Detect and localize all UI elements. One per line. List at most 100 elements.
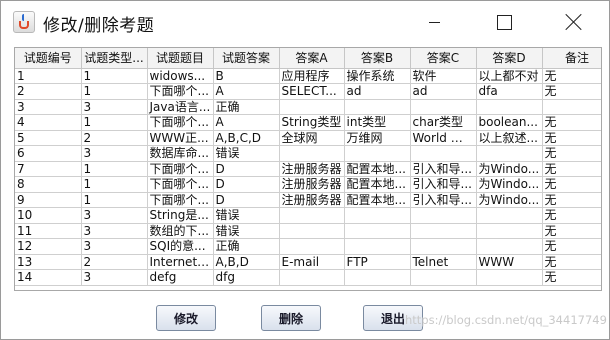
cell-type[interactable]: 3 <box>81 99 148 115</box>
cell-option-a[interactable]: SELECT... <box>279 83 345 100</box>
delete-button[interactable]: 删除 <box>261 305 321 331</box>
cell-id[interactable]: 11 <box>15 223 82 239</box>
questions-table-viewport[interactable]: 试题编号 试题类型... 试题题目 试题答案 答案A 答案B 答案C 答案D 备… <box>14 47 602 291</box>
cell-option-b[interactable] <box>344 223 411 239</box>
cell-id[interactable]: 12 <box>15 238 82 255</box>
cell-id[interactable]: 8 <box>15 176 82 193</box>
cell-option-b[interactable] <box>344 238 411 255</box>
title-bar[interactable]: 修改/删除考题 <box>1 1 609 43</box>
cell-question[interactable]: 下面哪个... <box>147 114 214 131</box>
cell-id[interactable]: 7 <box>15 161 82 177</box>
cell-type[interactable]: 3 <box>81 238 148 255</box>
cell-answer[interactable]: 错误 <box>213 145 280 162</box>
cell-answer[interactable]: 错误 <box>213 223 280 239</box>
cell-question[interactable]: 下面哪个... <box>147 176 214 193</box>
cell-remark[interactable] <box>542 99 601 115</box>
cell-type[interactable]: 3 <box>81 269 148 286</box>
cell-remark[interactable]: 无 <box>542 254 601 270</box>
cell-id[interactable]: 6 <box>15 145 82 162</box>
table-row[interactable]: 3 3 Java语言... 正确 <box>15 99 601 115</box>
column-header-id[interactable]: 试题编号 <box>15 48 82 69</box>
cell-type[interactable]: 1 <box>81 161 148 177</box>
column-header-remark[interactable]: 备注 <box>542 48 601 69</box>
cell-question[interactable]: 下面哪个... <box>147 83 214 100</box>
table-row[interactable]: 11 3 数组的下... 错误 无 <box>15 223 601 239</box>
cell-remark[interactable]: 无 <box>542 223 601 239</box>
cell-question[interactable]: widows... <box>147 68 214 84</box>
cell-option-b[interactable]: int类型 <box>344 114 411 131</box>
table-row[interactable]: 4 1 下面哪个... A String类型 int类型 char类型 boolean... 无 <box>15 114 601 131</box>
edit-button[interactable]: 修改 <box>156 305 216 331</box>
cell-option-c[interactable]: 引入和导... <box>410 176 477 193</box>
cell-remark[interactable]: 无 <box>542 130 601 146</box>
cell-option-d[interactable]: WWW <box>476 254 543 270</box>
table-row[interactable]: 9 1 下面哪个... D 注册服务器 配置本地... 引入和导... 为Windo... 无 <box>15 192 601 208</box>
cell-option-a[interactable] <box>279 145 345 162</box>
cell-answer[interactable]: dfg <box>213 269 280 286</box>
cell-answer[interactable]: A,B,C,D <box>213 130 280 146</box>
cell-option-c[interactable]: 软件 <box>410 68 477 84</box>
maximize-button[interactable] <box>481 1 527 43</box>
cell-option-d[interactable] <box>476 145 543 162</box>
cell-option-a[interactable] <box>279 269 345 286</box>
cell-question[interactable]: 数据库命... <box>147 145 214 162</box>
cell-remark[interactable]: 无 <box>542 68 601 84</box>
cell-option-c[interactable]: World Wi... <box>410 130 477 146</box>
cell-option-d[interactable] <box>476 269 543 286</box>
cell-remark[interactable]: 无 <box>542 83 601 100</box>
cell-option-c[interactable] <box>410 238 477 255</box>
column-header-option-d[interactable]: 答案D <box>476 48 543 69</box>
cell-option-a[interactable]: E-mail <box>279 254 345 270</box>
table-row[interactable]: 2 1 下面哪个... A SELECT... ad ad dfa 无 <box>15 83 601 100</box>
table-row[interactable]: 5 2 WWW正... A,B,C,D 全球网 万维网 World Wi... 以上叙述...… <box>15 130 601 146</box>
cell-option-a[interactable] <box>279 207 345 224</box>
table-row[interactable]: 10 3 String是... 错误 无 <box>15 207 601 224</box>
cell-question[interactable]: Internet提... <box>147 254 214 270</box>
table-row[interactable]: 8 1 下面哪个... D 注册服务器 配置本地... 引入和导... 为Windo... 无 <box>15 176 601 193</box>
cell-option-d[interactable]: 以上都不对 <box>476 68 543 84</box>
cell-option-b[interactable]: FTP <box>344 254 411 270</box>
cell-option-b[interactable] <box>344 269 411 286</box>
cell-answer[interactable]: 正确 <box>213 238 280 255</box>
cell-id[interactable]: 5 <box>15 130 82 146</box>
cell-question[interactable]: Java语言... <box>147 99 214 115</box>
cell-type[interactable]: 2 <box>81 254 148 270</box>
cell-type[interactable]: 3 <box>81 223 148 239</box>
cell-option-a[interactable] <box>279 238 345 255</box>
cell-id[interactable]: 2 <box>15 83 82 100</box>
cell-id[interactable]: 3 <box>15 99 82 115</box>
cell-remark[interactable]: 无 <box>542 176 601 193</box>
cell-type[interactable]: 3 <box>81 207 148 224</box>
table-row[interactable]: 7 1 下面哪个... D 注册服务器 配置本地... 引入和导... 为Windo... 无 <box>15 161 601 177</box>
cell-answer[interactable]: 错误 <box>213 207 280 224</box>
cell-option-c[interactable]: 引入和导... <box>410 161 477 177</box>
cell-remark[interactable]: 无 <box>542 114 601 131</box>
cell-option-b[interactable] <box>344 145 411 162</box>
cell-id[interactable]: 10 <box>15 207 82 224</box>
cell-option-d[interactable] <box>476 238 543 255</box>
cell-option-b[interactable]: 万维网 <box>344 130 411 146</box>
cell-option-b[interactable]: ad <box>344 83 411 100</box>
table-row[interactable]: 1 1 widows... B 应用程序 操作系统 软件 以上都不对无 <box>15 68 601 84</box>
column-header-answer[interactable]: 试题答案 <box>213 48 280 69</box>
cell-option-d[interactable] <box>476 223 543 239</box>
column-header-option-c[interactable]: 答案C <box>410 48 477 69</box>
column-header-type[interactable]: 试题类型... <box>81 48 148 69</box>
column-header-question[interactable]: 试题题目 <box>147 48 214 69</box>
cell-option-b[interactable]: 操作系统 <box>344 68 411 84</box>
cell-remark[interactable]: 无 <box>542 269 601 286</box>
cell-option-a[interactable]: 注册服务器 <box>279 161 345 177</box>
cell-answer[interactable]: 正确 <box>213 99 280 115</box>
cell-type[interactable]: 1 <box>81 176 148 193</box>
cell-option-b[interactable]: 配置本地... <box>344 161 411 177</box>
cell-option-c[interactable]: char类型 <box>410 114 477 131</box>
cell-option-c[interactable] <box>410 207 477 224</box>
cell-question[interactable]: 数组的下... <box>147 223 214 239</box>
cell-option-d[interactable] <box>476 99 543 115</box>
cell-option-a[interactable]: 注册服务器 <box>279 176 345 193</box>
cell-option-d[interactable]: 为Windo... <box>476 161 543 177</box>
cell-option-a[interactable] <box>279 223 345 239</box>
cell-answer[interactable]: D <box>213 161 280 177</box>
cell-option-c[interactable] <box>410 99 477 115</box>
table-row[interactable]: 14 3 defg dfg 无 <box>15 269 601 286</box>
